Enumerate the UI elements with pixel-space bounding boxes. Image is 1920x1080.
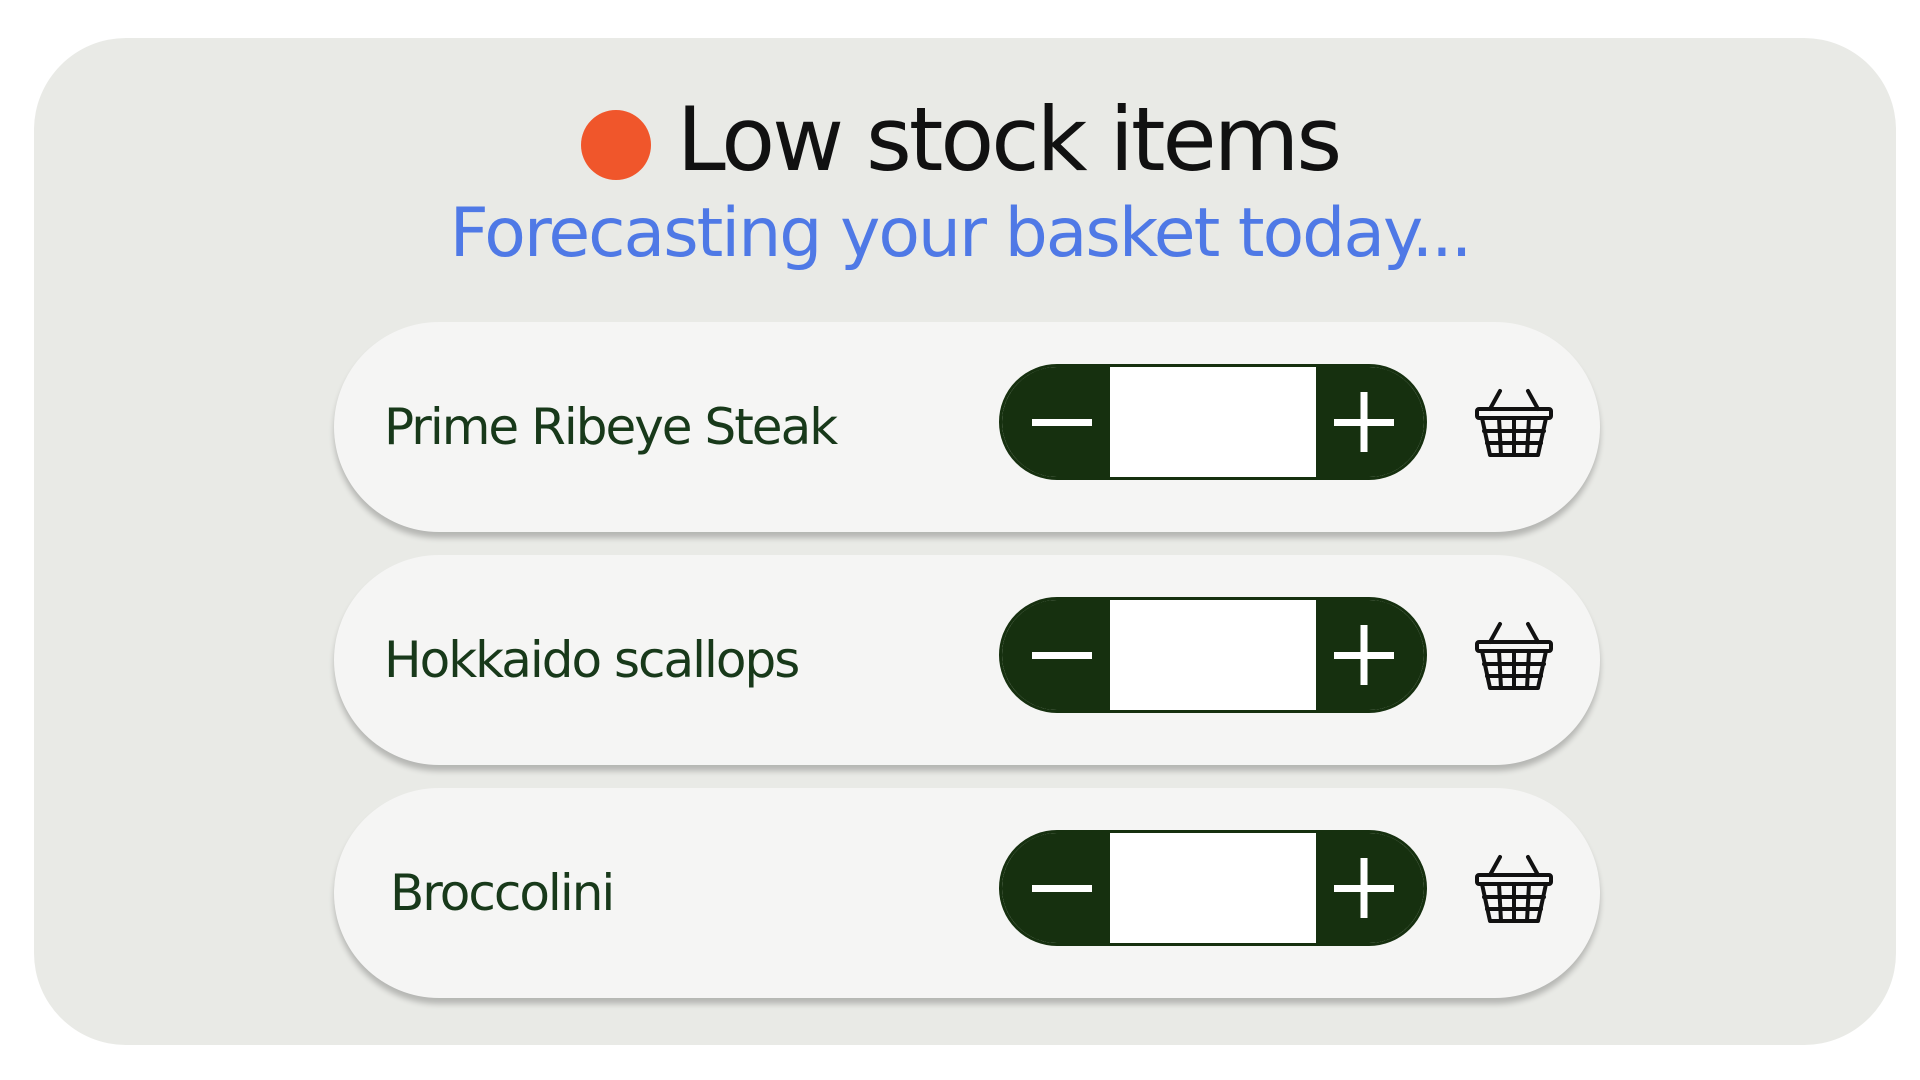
header: Low stock items (0, 90, 1920, 190)
page-subtitle: Forecasting your basket today... (449, 194, 1473, 273)
increment-button[interactable] (1316, 833, 1424, 943)
minus-icon (1032, 652, 1092, 659)
item-name: Broccolini (390, 864, 615, 922)
status-dot-icon (580, 110, 651, 180)
quantity-input[interactable] (1110, 833, 1316, 943)
quantity-input[interactable] (1110, 367, 1316, 477)
list-item: Prime Ribeye Steak (334, 322, 1600, 532)
item-name: Hokkaido scallops (384, 631, 800, 689)
plus-icon (1334, 625, 1394, 685)
increment-button[interactable] (1316, 600, 1424, 710)
decrement-button[interactable] (1002, 600, 1110, 710)
basket-icon[interactable] (1474, 387, 1554, 459)
list-item: Hokkaido scallops (334, 555, 1600, 765)
minus-icon (1032, 885, 1092, 892)
quantity-stepper (999, 597, 1427, 713)
page-title: Low stock items (676, 88, 1342, 191)
quantity-input[interactable] (1110, 600, 1316, 710)
item-name: Prime Ribeye Steak (384, 398, 838, 456)
decrement-button[interactable] (1002, 367, 1110, 477)
basket-icon[interactable] (1474, 620, 1554, 692)
decrement-button[interactable] (1002, 833, 1110, 943)
quantity-stepper (999, 830, 1427, 946)
plus-icon (1334, 392, 1394, 452)
increment-button[interactable] (1316, 367, 1424, 477)
list-item: Broccolini (334, 788, 1600, 998)
quantity-stepper (999, 364, 1427, 480)
plus-icon (1334, 858, 1394, 918)
basket-icon[interactable] (1474, 853, 1554, 925)
minus-icon (1032, 419, 1092, 426)
